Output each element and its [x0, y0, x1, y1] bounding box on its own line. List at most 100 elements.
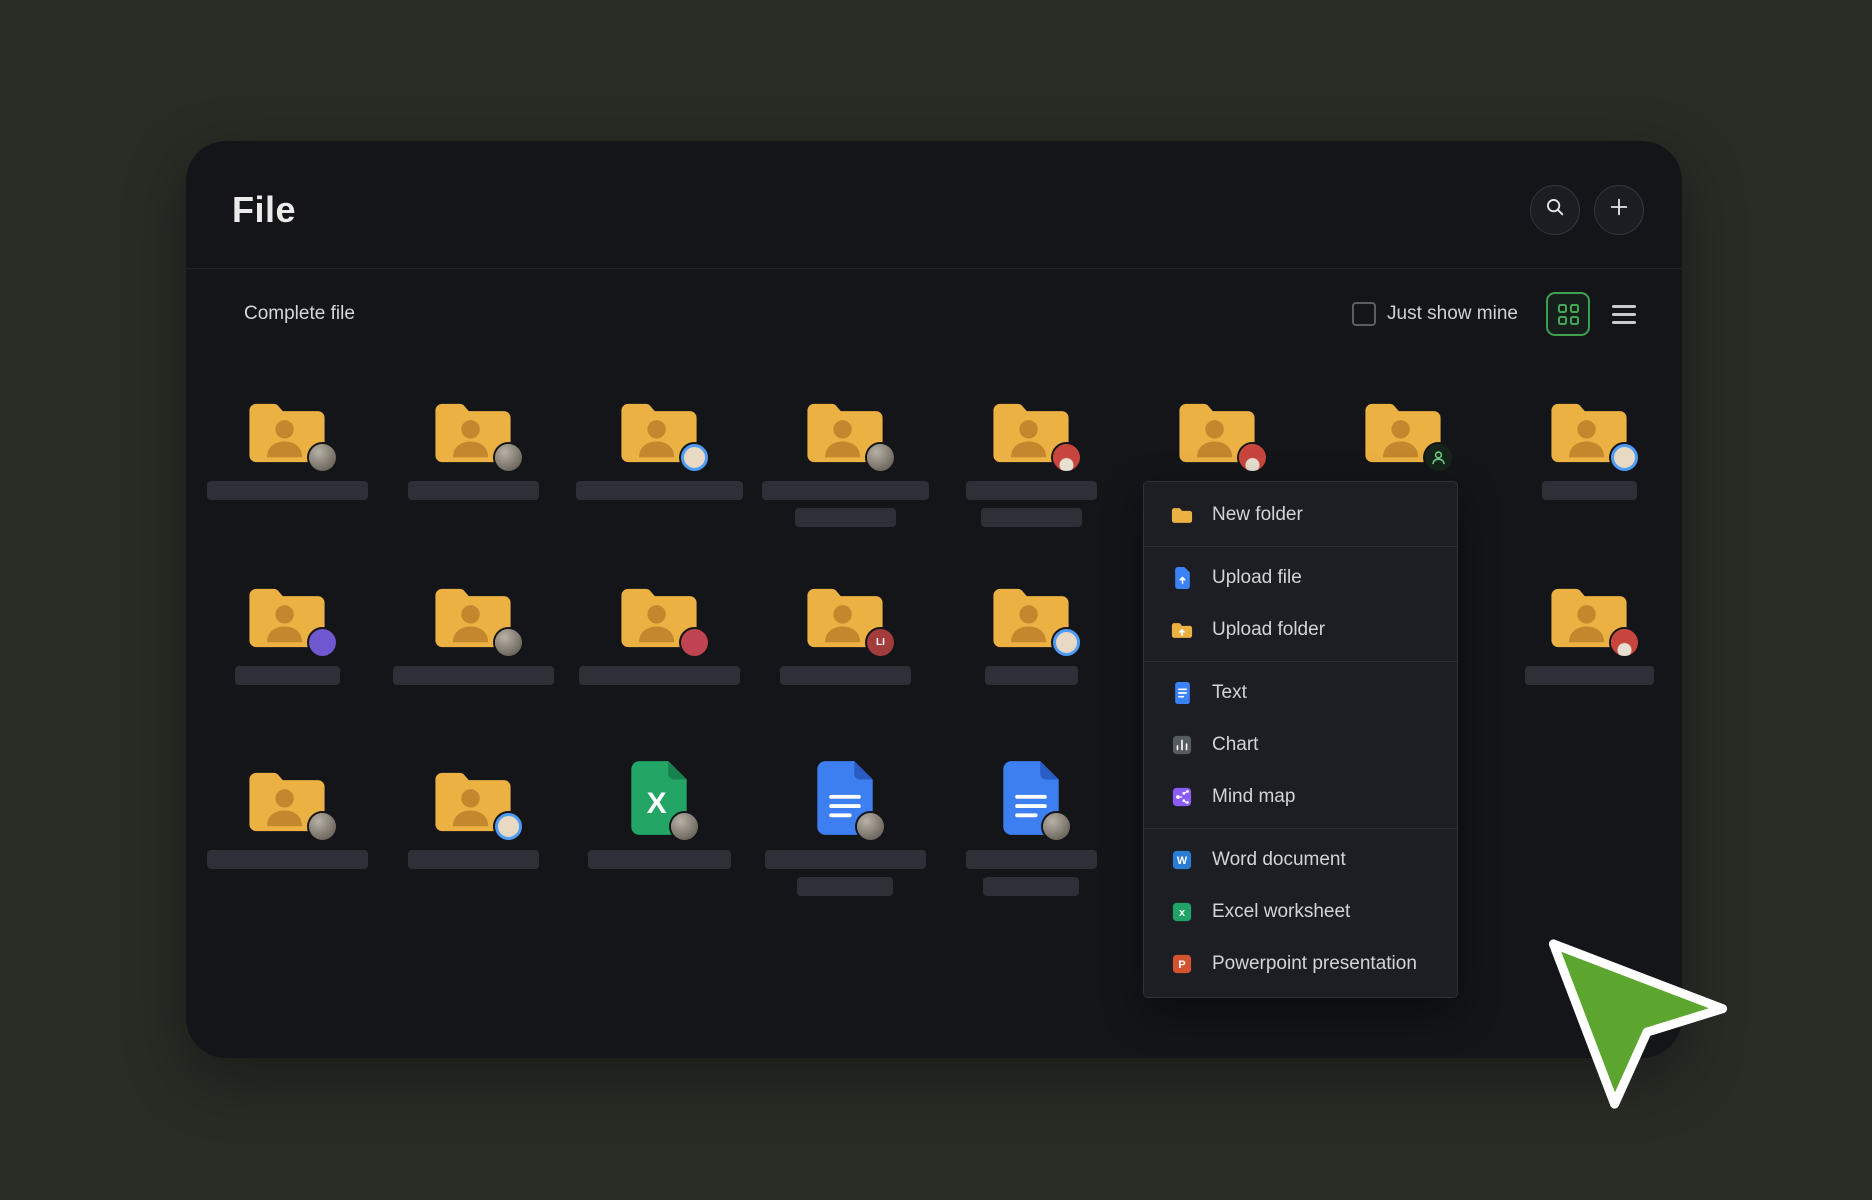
doc-file-tile[interactable] — [938, 755, 1124, 896]
cursor-pointer — [1548, 938, 1728, 1110]
tile-name-skeleton — [576, 481, 743, 500]
folder-tile[interactable] — [380, 386, 566, 500]
menu-item-upload-folder[interactable]: Upload folder — [1144, 604, 1457, 656]
document-file-icon — [815, 761, 875, 835]
chart-icon — [1170, 735, 1194, 755]
tile-icon-area — [433, 571, 513, 651]
menu-item-label: Text — [1212, 682, 1247, 704]
document-file-icon — [1001, 761, 1061, 835]
skeleton-bar — [1542, 481, 1637, 500]
tile-name-skeleton — [235, 666, 340, 685]
powerpoint-icon: P — [1170, 954, 1194, 974]
menu-item-word-document[interactable]: W Word document — [1144, 834, 1457, 886]
folder-tile[interactable] — [1496, 386, 1682, 500]
tile-icon-area — [619, 571, 699, 651]
folder-tile[interactable] — [938, 386, 1124, 527]
excel-icon: x — [1170, 902, 1194, 922]
excel-file-icon: X — [629, 761, 689, 835]
folder-tile[interactable] — [1124, 386, 1310, 481]
skeleton-bar — [393, 666, 554, 685]
context-menu: New folder Upload file Upload folder Text Ch… — [1143, 481, 1458, 998]
folder-tile[interactable] — [194, 386, 380, 500]
menu-item-text[interactable]: Text — [1144, 667, 1457, 719]
skeleton-bar — [966, 850, 1097, 869]
menu-item-label: Upload file — [1212, 567, 1302, 589]
skeleton-bar — [966, 481, 1097, 500]
skeleton-bar — [762, 481, 929, 500]
tile-name-skeleton — [408, 481, 539, 500]
avatar-badge — [1053, 629, 1080, 656]
menu-item-upload-file[interactable]: Upload file — [1144, 552, 1457, 604]
file-upload-icon — [1170, 567, 1194, 589]
svg-text:X: X — [647, 787, 667, 820]
avatar-badge — [309, 444, 336, 471]
menu-item-label: Upload folder — [1212, 619, 1325, 641]
folder-icon — [247, 769, 327, 835]
tile-name-skeleton — [408, 850, 539, 869]
tile-icon-area — [991, 386, 1071, 466]
menu-item-new-folder[interactable]: New folder — [1144, 489, 1457, 541]
menu-item-chart[interactable]: Chart — [1144, 719, 1457, 771]
word-icon: W — [1170, 850, 1194, 870]
menu-group: Upload file Upload folder — [1144, 547, 1457, 661]
folder-tile[interactable] — [566, 386, 752, 500]
menu-item-powerpoint-presentation[interactable]: PPowerpoint presentation — [1144, 938, 1457, 990]
folder-upload-icon — [1170, 621, 1194, 640]
folder-tile[interactable] — [1310, 386, 1496, 481]
tile-name-skeleton — [207, 850, 368, 869]
avatar-badge — [867, 444, 894, 471]
folder-tile[interactable] — [1496, 571, 1682, 685]
folder-icon — [619, 585, 699, 651]
menu-item-excel-worksheet[interactable]: xExcel worksheet — [1144, 886, 1457, 938]
folder-icon — [433, 769, 513, 835]
folder-tile[interactable] — [938, 571, 1124, 685]
avatar-badge — [681, 444, 708, 471]
avatar-badge — [1043, 813, 1070, 840]
tile-name-skeleton — [579, 666, 740, 685]
folder-tile[interactable] — [380, 571, 566, 685]
menu-group: W Word document xExcel worksheetPPowerpoin… — [1144, 829, 1457, 995]
avatar-badge — [1053, 444, 1080, 471]
menu-item-label: Word document — [1212, 849, 1346, 871]
folder-icon — [1549, 585, 1629, 651]
avatar-badge — [1239, 444, 1266, 471]
folder-icon: LI — [805, 585, 885, 651]
folder-tile[interactable] — [566, 571, 752, 685]
avatar-badge — [309, 629, 336, 656]
tile-name-skeleton — [1542, 481, 1637, 500]
menu-group: New folder — [1144, 484, 1457, 546]
folder-icon — [247, 585, 327, 651]
tile-icon-area: LI — [805, 571, 885, 651]
skeleton-bar — [408, 850, 539, 869]
avatar-badge — [857, 813, 884, 840]
svg-text:W: W — [1177, 855, 1188, 867]
folder-tile[interactable] — [194, 755, 380, 869]
avatar-badge — [495, 813, 522, 840]
skeleton-bar — [981, 508, 1082, 527]
doc-file-tile[interactable] — [752, 755, 938, 896]
skeleton-bar — [985, 666, 1078, 685]
folder-icon — [1363, 400, 1443, 466]
file-manager-window: File Complete file Just show mine — [186, 141, 1682, 1058]
skeleton-bar — [588, 850, 731, 869]
tile-icon-area — [247, 386, 327, 466]
tile-name-skeleton — [966, 481, 1097, 527]
menu-item-mind-map[interactable]: Mind map — [1144, 771, 1457, 823]
avatar-badge: LI — [867, 629, 894, 656]
skeleton-bar — [579, 666, 740, 685]
folder-tile[interactable] — [752, 386, 938, 527]
folder-tile[interactable]: LI — [752, 571, 938, 685]
tile-icon-area — [805, 386, 885, 466]
folder-tile[interactable] — [380, 755, 566, 869]
folder-icon — [433, 400, 513, 466]
folder-icon — [619, 400, 699, 466]
folder-icon — [1170, 506, 1194, 525]
folder-icon — [991, 585, 1071, 651]
folder-tile[interactable] — [194, 571, 380, 685]
tile-name-skeleton — [207, 481, 368, 500]
tile-icon-area — [1177, 386, 1257, 466]
skeleton-bar — [780, 666, 911, 685]
excel-file-tile[interactable]: X — [566, 755, 752, 869]
menu-item-label: Mind map — [1212, 786, 1295, 808]
avatar-badge — [1611, 444, 1638, 471]
